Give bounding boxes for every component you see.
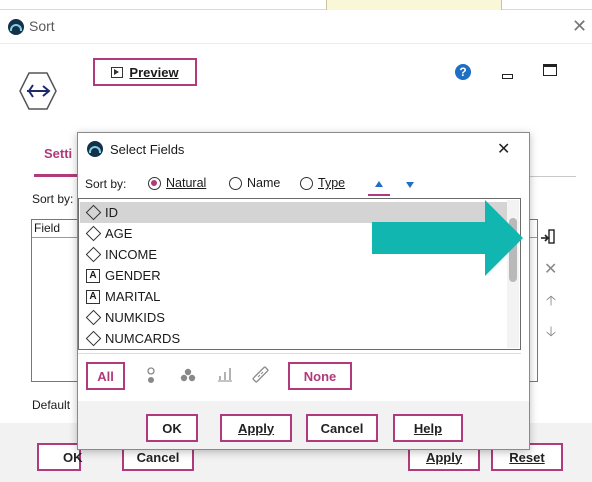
add-field-icon[interactable] [541,229,555,245]
flag-type-icon[interactable] [146,367,156,385]
radio-natural[interactable] [148,177,161,193]
annotation-arrow-icon [372,200,523,276]
continuous-icon [85,204,101,221]
move-up-icon[interactable]: 🡡 [546,290,556,314]
tab-settings-underline [34,174,77,177]
field-column-header: Field [34,221,61,235]
background-tab [326,0,502,10]
radio-type-label[interactable]: Type [318,176,345,190]
window-title: Sort [29,18,55,34]
radio-name-label[interactable]: Name [247,176,280,190]
continuous-icon [85,330,101,347]
sort-node-icon [17,70,59,112]
dialog-cancel-button[interactable]: Cancel [306,414,378,442]
tab-divider [530,176,576,177]
list-item[interactable]: NUMKIDS [80,307,508,328]
set-type-icon[interactable] [180,368,196,382]
sort-descending-icon[interactable] [399,174,421,196]
dialog-sort-by-label: Sort by: [85,177,127,191]
tab-settings[interactable]: Setti [44,146,72,161]
sort-ascending-icon[interactable] [368,174,390,196]
preview-button[interactable]: Preview [93,58,197,86]
delete-icon[interactable]: ✕ [544,259,557,279]
maximize-icon[interactable] [543,64,557,76]
window-close-icon[interactable]: ✕ [572,16,587,37]
dialog-title: Select Fields [110,142,185,157]
default-label: Default [32,398,71,412]
ordered-set-icon[interactable] [216,367,233,382]
list-item[interactable]: A MARITAL [80,286,508,307]
dialog-app-icon [87,141,103,157]
radio-type[interactable] [300,177,313,193]
background-window-strip [0,0,592,10]
sort-by-label: Sort by: [32,192,74,206]
select-all-button[interactable]: All [86,362,125,390]
continuous-icon [85,225,101,242]
continuous-icon [85,309,101,326]
dialog-ok-button[interactable]: OK [146,414,198,442]
dialog-apply-button[interactable]: Apply [220,414,292,442]
continuous-icon [85,246,101,263]
dialog-help-button[interactable]: Help [393,414,463,442]
select-none-button[interactable]: None [288,362,352,390]
radio-natural-label[interactable]: Natural [166,176,206,190]
title-bar [0,10,592,44]
main-ok-button[interactable]: OK [37,443,83,471]
list-item[interactable]: NUMCARDS [80,328,508,349]
radio-name[interactable] [229,177,242,193]
categorical-icon: A [86,268,100,283]
play-icon [111,66,124,78]
categorical-icon: A [86,289,100,304]
app-icon [8,19,24,35]
move-down-icon[interactable]: 🡣 [546,321,556,345]
range-type-icon[interactable] [252,366,269,383]
help-icon[interactable]: ? [455,64,471,80]
minimize-icon[interactable] [502,74,513,79]
dialog-close-icon[interactable]: ✕ [497,139,510,159]
